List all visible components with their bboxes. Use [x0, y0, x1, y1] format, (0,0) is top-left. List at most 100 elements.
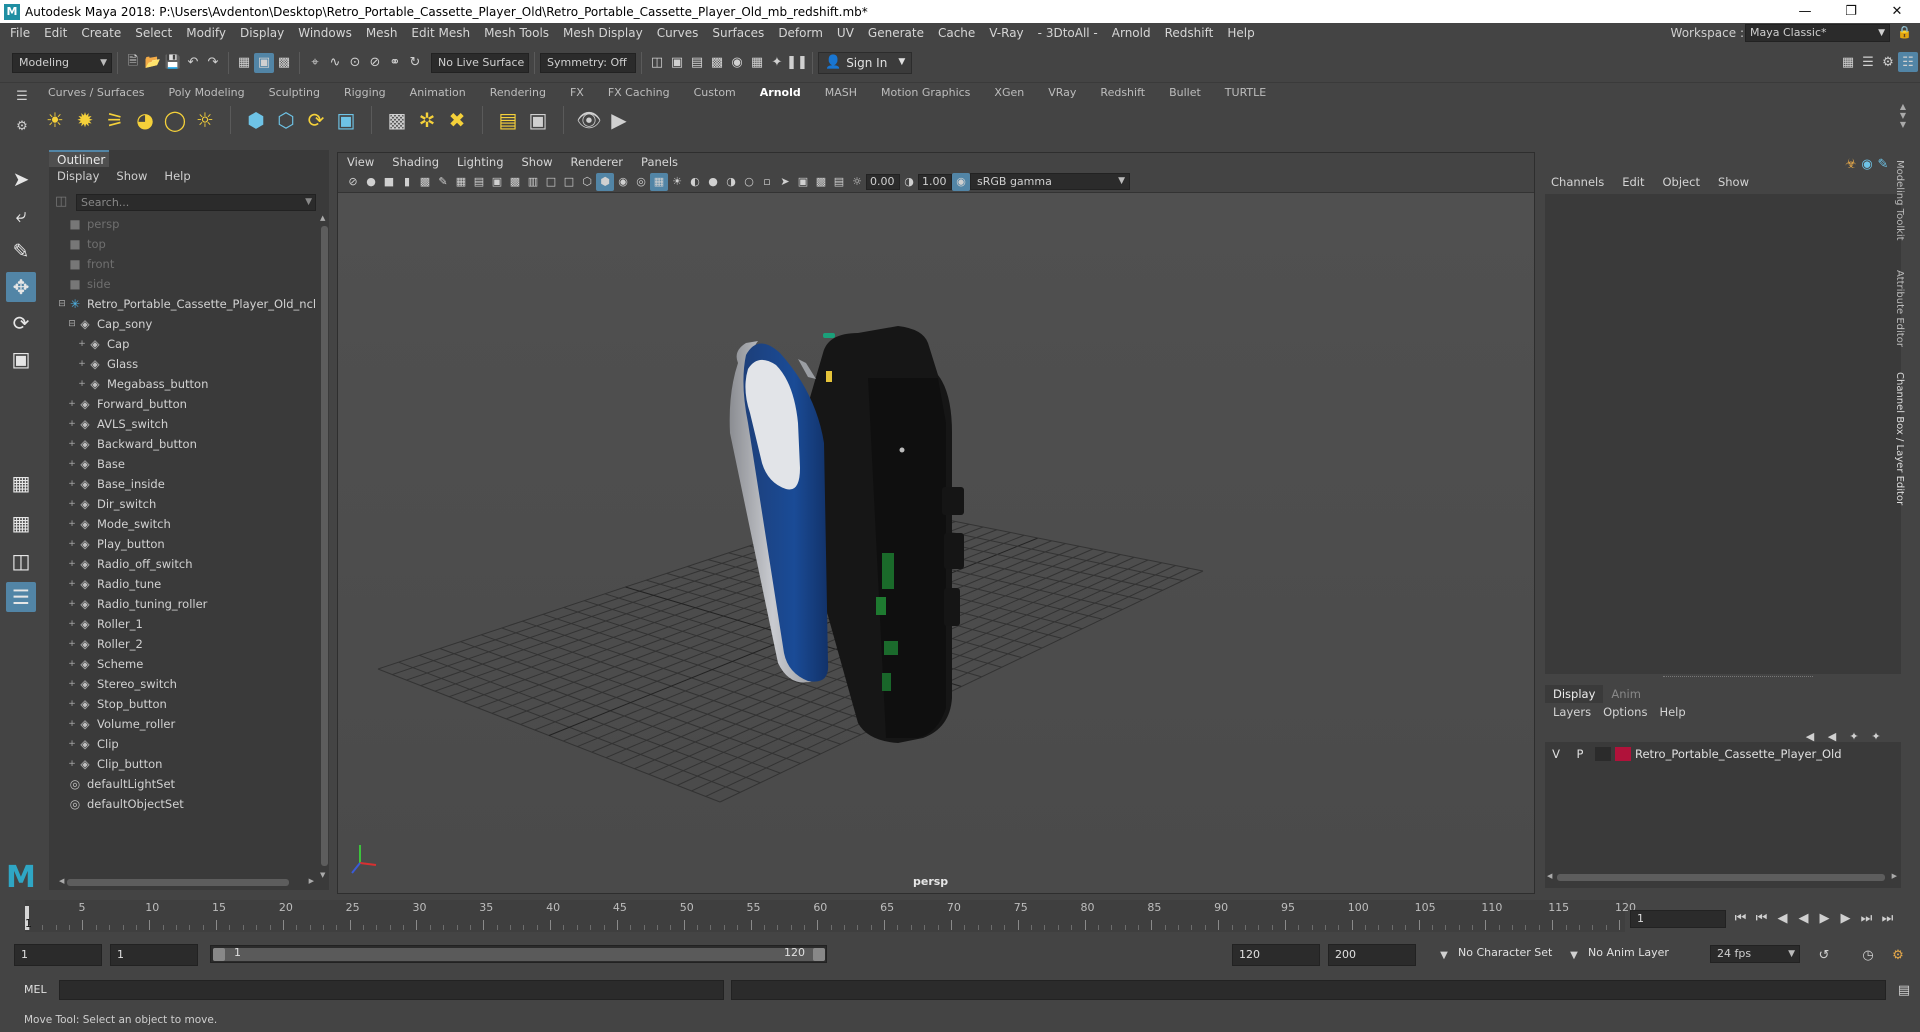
outliner-item[interactable]: + ◈ Radio_off_switch — [67, 554, 192, 574]
menu-redshift[interactable]: Redshift — [1158, 26, 1221, 40]
outliner-item[interactable]: + ◈ Radio_tuning_roller — [67, 594, 207, 614]
expand-toggle-icon[interactable]: + — [67, 454, 77, 474]
help-icon[interactable]: ◉ — [1859, 154, 1875, 174]
wireframe-icon[interactable]: ⬡ — [578, 173, 596, 191]
expand-toggle-icon[interactable]: ⊟ — [57, 294, 67, 314]
menu-cache[interactable]: Cache — [931, 26, 982, 40]
play-backwards-icon[interactable]: ◀ — [1793, 908, 1814, 928]
save-scene-icon[interactable]: 💾 — [163, 53, 183, 73]
menu-generate[interactable]: Generate — [861, 26, 931, 40]
shelf-tab-sculpting[interactable]: Sculpting — [257, 84, 332, 102]
grid-icon[interactable]: ▦ — [452, 173, 470, 191]
expand-toggle-icon[interactable]: + — [67, 414, 77, 434]
safe-title-icon[interactable]: □ — [560, 173, 578, 191]
render-frame-icon[interactable]: ▣ — [667, 53, 687, 73]
shelf-tab-vray[interactable]: VRay — [1036, 84, 1088, 102]
paint-select-tool-icon[interactable]: ✎ — [6, 236, 36, 266]
scroll-up-icon[interactable]: ▲ — [320, 214, 325, 222]
layer-menu-layers[interactable]: Layers — [1553, 705, 1591, 719]
playback-start-field[interactable]: 1 — [110, 944, 198, 966]
viewport-menu-shading[interactable]: Shading — [383, 153, 448, 171]
live-surface-field[interactable]: No Live Surface — [431, 52, 529, 73]
color-management-icon[interactable]: ◉ — [952, 172, 970, 191]
loop-icon[interactable]: ↺ — [1814, 945, 1834, 965]
grease-pencil-icon[interactable]: ✎ — [434, 173, 452, 191]
outliner-menu-help[interactable]: Help — [164, 169, 190, 183]
minimize-button[interactable]: — — [1782, 0, 1828, 23]
viewport-menu-renderer[interactable]: Renderer — [562, 153, 633, 171]
outliner-item[interactable]: + ◈ Base_inside — [67, 474, 165, 494]
mesh-light-icon[interactable]: ◯ — [160, 105, 190, 135]
outliner-item[interactable]: + ◈ Forward_button — [67, 394, 187, 414]
outliner-item[interactable]: + ◈ Dir_switch — [67, 494, 156, 514]
current-frame-field[interactable]: 1 — [1630, 910, 1726, 928]
pin-icon[interactable]: ☣ — [1843, 154, 1859, 174]
scroll-right-icon[interactable]: ▶ — [309, 877, 314, 885]
menu-modify[interactable]: Modify — [179, 26, 233, 40]
shelf-tab-bullet[interactable]: Bullet — [1157, 84, 1213, 102]
time-slider[interactable]: 5 10 15 20 25 30 35 40 45 50 55 60 65 70 75 80 85 90 95 100… — [18, 900, 1636, 932]
outliner-item[interactable]: + ◈ Clip — [67, 734, 119, 754]
scale-tool-icon[interactable]: ▣ — [6, 344, 36, 374]
four-view-layout-icon[interactable]: ▦ — [6, 508, 36, 538]
motion-blur-icon[interactable]: ◑ — [722, 173, 740, 191]
outliner-item[interactable]: + ◈ Stereo_switch — [67, 674, 177, 694]
hypershade-icon[interactable]: ◉ — [727, 53, 747, 73]
wireframe-on-shaded-icon[interactable]: ◎ — [632, 173, 650, 191]
exposure-icon[interactable]: ☼ — [848, 173, 866, 191]
time-slider-track[interactable]: 5 10 15 20 25 30 35 40 45 50 55 60 65 70 75 80 85 90 95 100… — [25, 900, 1636, 932]
outliner-item[interactable]: + ◈ Scheme — [67, 654, 143, 674]
symmetry-dropdown[interactable]: Symmetry: Off — [540, 52, 636, 73]
menu-help[interactable]: Help — [1220, 26, 1261, 40]
standin-icon[interactable]: ⬢ — [241, 105, 271, 135]
menu-windows[interactable]: Windows — [291, 26, 359, 40]
use-default-material-icon[interactable]: ◉ — [614, 173, 632, 191]
range-slider-handle[interactable] — [213, 948, 825, 961]
outliner-item[interactable]: + ◈ Mode_switch — [67, 514, 171, 534]
range-end-cap[interactable] — [813, 948, 825, 961]
outliner-horizontal-scrollbar[interactable]: ◀ ▶ — [59, 877, 314, 887]
step-back-frame-icon[interactable]: ◀ — [1772, 908, 1793, 928]
snap-point-icon[interactable]: ⊙ — [345, 53, 365, 73]
select-camera-icon[interactable]: ⊘ — [344, 173, 362, 191]
scroll-down-icon[interactable]: ▼ — [320, 871, 325, 879]
expand-toggle-icon[interactable]: + — [77, 354, 87, 374]
layer-tab-display[interactable]: Display — [1545, 685, 1604, 703]
safe-action-icon[interactable]: □ — [542, 173, 560, 191]
color-space-dropdown[interactable]: sRGB gamma ▼ — [970, 173, 1130, 190]
character-set-menu-icon[interactable]: ▼ — [1434, 945, 1454, 965]
menu-curves[interactable]: Curves — [650, 26, 706, 40]
channel-box-menu-show[interactable]: Show — [1718, 175, 1749, 189]
rotate-tool-icon[interactable]: ⟳ — [6, 308, 36, 338]
ipr-render-icon[interactable]: ▤ — [687, 53, 707, 73]
depth-of-field-icon[interactable]: ▫ — [758, 173, 776, 191]
channel-box-icon[interactable]: ☷ — [1898, 52, 1918, 72]
range-slider[interactable] — [210, 945, 827, 963]
chevron-down-icon[interactable]: ▼ — [305, 195, 312, 210]
new-scene-icon[interactable]: 🗎 — [123, 53, 143, 73]
snap-view-plane-icon[interactable]: ⊘ — [365, 53, 385, 73]
expand-toggle-icon[interactable]: + — [67, 474, 77, 494]
field-chart-icon[interactable]: ▥ — [524, 173, 542, 191]
camera-attributes-icon[interactable]: ● — [362, 173, 380, 191]
channel-box-menu-object[interactable]: Object — [1663, 175, 1700, 189]
step-back-key-icon[interactable]: ⏮ — [1751, 908, 1772, 928]
single-perspective-layout-icon[interactable]: ▦ — [6, 468, 36, 498]
attribute-editor-icon[interactable]: ☰ — [1858, 52, 1878, 72]
select-object-icon[interactable]: ▣ — [254, 52, 274, 73]
outliner-item[interactable]: + ◈ Volume_roller — [67, 714, 175, 734]
outliner-item[interactable]: ■ top — [57, 234, 106, 254]
expand-toggle-icon[interactable]: + — [67, 434, 77, 454]
outliner-item[interactable]: ⊟ ✳ Retro_Portable_Cassette_Player_Old_ncl… — [57, 294, 315, 314]
viewport-menu-lighting[interactable]: Lighting — [448, 153, 512, 171]
expand-toggle-icon[interactable]: + — [67, 514, 77, 534]
outliner-item[interactable]: ◎ defaultLightSet — [57, 774, 175, 794]
viewport-menu-panels[interactable]: Panels — [632, 153, 687, 171]
outliner-item[interactable]: + ◈ Megabass_button — [77, 374, 208, 394]
script-language-toggle[interactable]: MEL — [24, 983, 47, 996]
scroll-thumb[interactable] — [321, 226, 328, 866]
anti-aliasing-icon[interactable]: ○ — [740, 173, 758, 191]
redo-icon[interactable]: ↷ — [203, 53, 223, 73]
film-gate-icon[interactable]: ▤ — [470, 173, 488, 191]
attribute-editor-tab[interactable]: Attribute Editor — [1891, 270, 1905, 360]
